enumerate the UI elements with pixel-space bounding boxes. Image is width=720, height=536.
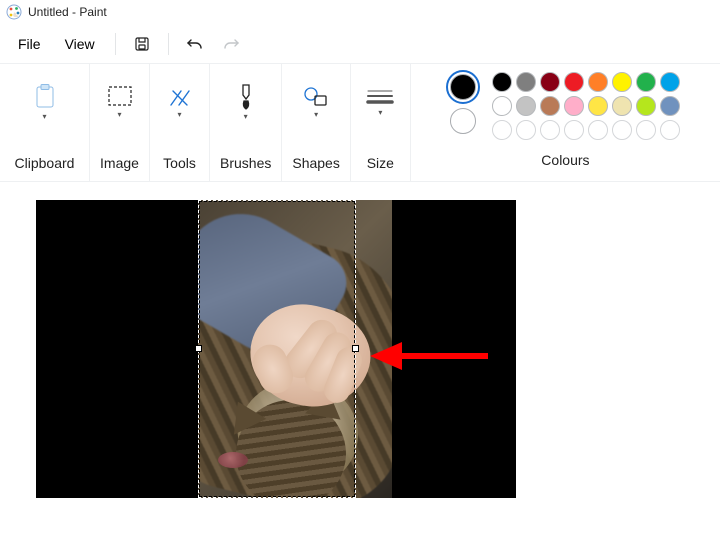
chevron-down-icon: ▾ xyxy=(378,109,382,117)
palette-swatch[interactable] xyxy=(588,120,608,140)
palette-swatch[interactable] xyxy=(612,96,632,116)
clipboard-icon xyxy=(33,83,57,111)
palette-swatch[interactable] xyxy=(516,72,536,92)
chevron-down-icon: ▾ xyxy=(177,111,181,119)
ribbon-label-colours: Colours xyxy=(541,152,589,168)
palette-swatch[interactable] xyxy=(636,96,656,116)
palette-swatch[interactable] xyxy=(564,72,584,92)
colour-foreground[interactable] xyxy=(450,74,476,100)
palette-swatch[interactable] xyxy=(492,72,512,92)
undo-icon xyxy=(186,36,204,52)
ribbon-label-size: Size xyxy=(367,155,394,171)
ribbon-label-clipboard: Clipboard xyxy=(15,155,75,171)
palette-swatch[interactable] xyxy=(540,96,560,116)
titlebar: Untitled - Paint xyxy=(0,0,720,24)
select-icon xyxy=(107,85,133,109)
palette-swatch[interactable] xyxy=(660,72,680,92)
chevron-down-icon: ▾ xyxy=(42,113,46,121)
ribbon: ▾ Clipboard ▾ Image ▾ Tools ▾ Brushes ▾ … xyxy=(0,64,720,182)
ribbon-group-clipboard[interactable]: ▾ Clipboard xyxy=(0,64,90,181)
palette-swatch[interactable] xyxy=(636,120,656,140)
save-button[interactable] xyxy=(124,28,160,60)
redo-button[interactable] xyxy=(213,28,249,60)
palette-swatch[interactable] xyxy=(540,72,560,92)
palette-swatch[interactable] xyxy=(588,72,608,92)
undo-button[interactable] xyxy=(177,28,213,60)
size-icon xyxy=(366,87,394,107)
ribbon-group-tools[interactable]: ▾ Tools xyxy=(150,64,210,181)
menu-view[interactable]: View xyxy=(53,28,107,60)
ribbon-group-size[interactable]: ▾ Size xyxy=(351,64,411,181)
tools-icon xyxy=(167,85,193,109)
palette-swatch[interactable] xyxy=(612,120,632,140)
photo xyxy=(198,200,392,498)
palette-swatch[interactable] xyxy=(612,72,632,92)
ribbon-group-colours: Colours xyxy=(411,64,720,181)
menu-separator xyxy=(168,33,169,55)
ribbon-label-image: Image xyxy=(100,155,139,171)
redo-icon xyxy=(222,36,240,52)
palette-swatch[interactable] xyxy=(492,96,512,116)
save-icon xyxy=(134,36,150,52)
palette-swatch[interactable] xyxy=(540,120,560,140)
canvas[interactable] xyxy=(36,200,516,498)
workspace xyxy=(0,182,720,536)
ribbon-group-image[interactable]: ▾ Image xyxy=(90,64,150,181)
chevron-down-icon: ▾ xyxy=(314,111,318,119)
chevron-down-icon: ▾ xyxy=(244,113,248,121)
palette-swatch[interactable] xyxy=(492,120,512,140)
ribbon-label-tools: Tools xyxy=(163,155,196,171)
ribbon-label-shapes: Shapes xyxy=(292,155,339,171)
palette-swatch[interactable] xyxy=(636,72,656,92)
palette-swatch[interactable] xyxy=(660,120,680,140)
menu-separator xyxy=(115,33,116,55)
palette-swatch[interactable] xyxy=(564,120,584,140)
chevron-down-icon: ▾ xyxy=(117,111,121,119)
ribbon-label-brushes: Brushes xyxy=(220,155,271,171)
brush-icon xyxy=(236,83,256,111)
palette-swatch[interactable] xyxy=(564,96,584,116)
ribbon-group-shapes[interactable]: ▾ Shapes xyxy=(282,64,350,181)
colour-palette xyxy=(492,72,680,140)
paint-app-icon xyxy=(6,4,22,20)
palette-swatch[interactable] xyxy=(588,96,608,116)
menubar: File View xyxy=(0,24,720,64)
ribbon-group-brushes[interactable]: ▾ Brushes xyxy=(210,64,282,181)
palette-swatch[interactable] xyxy=(660,96,680,116)
menu-file[interactable]: File xyxy=(6,28,53,60)
palette-swatch[interactable] xyxy=(516,120,536,140)
window-title: Untitled - Paint xyxy=(28,5,107,19)
shapes-icon xyxy=(302,85,330,109)
palette-swatch[interactable] xyxy=(516,96,536,116)
colour-background[interactable] xyxy=(450,108,476,134)
